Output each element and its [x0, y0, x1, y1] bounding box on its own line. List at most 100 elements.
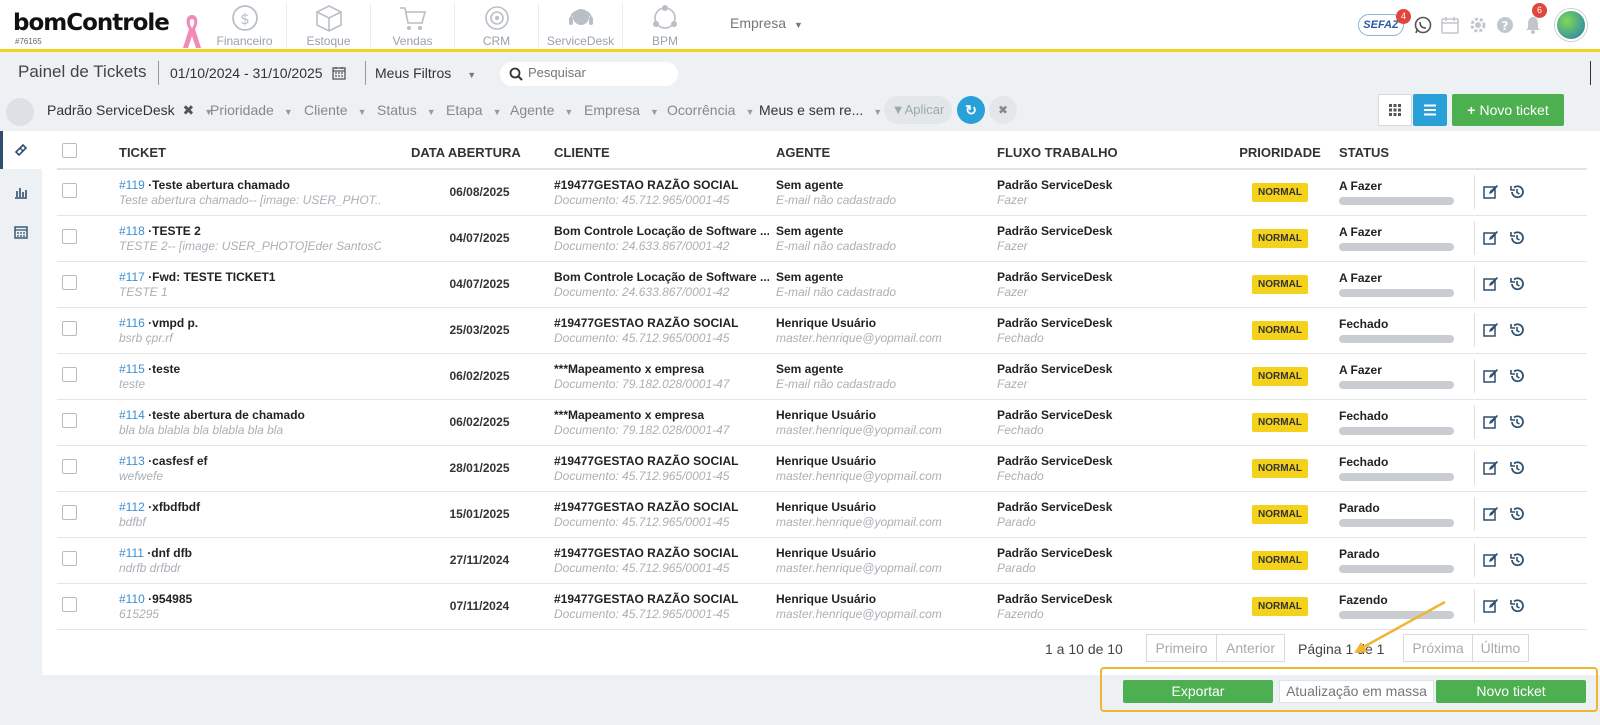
- history-icon[interactable]: [1509, 368, 1525, 384]
- ticket-number[interactable]: #114: [119, 408, 145, 422]
- ticket-cell[interactable]: #112 ·xfbdfbdf bdfbf: [113, 491, 405, 538]
- ticket-number[interactable]: #117: [119, 270, 145, 284]
- ticket-number[interactable]: #116: [119, 316, 145, 330]
- module-financeiro[interactable]: $ Financeiro: [203, 3, 287, 48]
- edit-icon[interactable]: [1483, 598, 1499, 614]
- table-row[interactable]: #116 ·vmpd p. bsrb çpr.rf 25/03/2025 #19…: [57, 307, 1587, 354]
- header-date[interactable]: DATA ABERTURA: [405, 136, 548, 170]
- bulk-update-button[interactable]: Atualização em massa: [1279, 680, 1434, 703]
- history-icon[interactable]: [1509, 184, 1525, 200]
- ticket-cell[interactable]: #118 ·TESTE 2 TESTE 2-- [image: USER_PHO…: [113, 215, 405, 262]
- clear-icon[interactable]: ✖: [183, 102, 195, 118]
- module-servicedesk[interactable]: ServiceDesk: [539, 3, 623, 48]
- ticket-number[interactable]: #113: [119, 454, 145, 468]
- header-agent[interactable]: AGENTE: [770, 136, 991, 170]
- bar-chart-icon[interactable]: [14, 185, 28, 199]
- table-row[interactable]: #112 ·xfbdfbdf bdfbf 15/01/2025 #19477GE…: [57, 491, 1587, 538]
- module-crm[interactable]: CRM: [455, 3, 539, 48]
- clear-filters-button[interactable]: ✖: [989, 96, 1017, 124]
- ticket-title[interactable]: #115 ·teste: [119, 362, 381, 376]
- last-page-button[interactable]: Último: [1473, 634, 1529, 662]
- edit-icon[interactable]: [1483, 506, 1499, 522]
- edit-icon[interactable]: [1483, 276, 1499, 292]
- edit-icon[interactable]: [1483, 322, 1499, 338]
- date-range-picker[interactable]: 01/10/2024 - 31/10/2025: [170, 65, 347, 81]
- sidebar-toggle-button[interactable]: [6, 98, 34, 126]
- filter-status[interactable]: Status ▼: [377, 102, 436, 118]
- ticket-title[interactable]: #111 ·dnf dfb: [119, 546, 381, 560]
- user-avatar[interactable]: [1555, 9, 1587, 41]
- table-row[interactable]: #111 ·dnf dfb ndrfb drfbdr 27/11/2024 #1…: [57, 537, 1587, 584]
- ticket-title[interactable]: #117 ·Fwd: TESTE TICKET1: [119, 270, 381, 284]
- help-icon[interactable]: ?: [1495, 15, 1515, 35]
- apply-filter-button[interactable]: ▼Aplicar: [884, 96, 952, 124]
- edit-icon[interactable]: [1483, 460, 1499, 476]
- app-logo[interactable]: bomControle: [13, 10, 170, 36]
- row-checkbox[interactable]: [62, 367, 77, 382]
- search-box[interactable]: [500, 62, 678, 86]
- select-all-checkbox[interactable]: [62, 143, 77, 158]
- edit-icon[interactable]: [1483, 230, 1499, 246]
- module-estoque[interactable]: Estoque: [287, 3, 371, 48]
- gear-icon[interactable]: [1468, 15, 1488, 35]
- header-status[interactable]: STATUS: [1333, 136, 1468, 170]
- search-input[interactable]: [528, 65, 668, 80]
- ticket-title[interactable]: #116 ·vmpd p.: [119, 316, 381, 330]
- header-ticket[interactable]: TICKET: [113, 136, 405, 170]
- grid-view-button[interactable]: [1378, 94, 1412, 126]
- refresh-button[interactable]: ↻: [957, 96, 985, 124]
- previous-page-button[interactable]: Anterior: [1217, 634, 1285, 662]
- header-priority[interactable]: PRIORIDADE: [1227, 136, 1333, 170]
- row-checkbox[interactable]: [62, 597, 77, 612]
- row-checkbox[interactable]: [62, 183, 77, 199]
- filter-cliente[interactable]: Cliente ▼: [304, 102, 367, 118]
- history-icon[interactable]: [1509, 506, 1525, 522]
- module-vendas[interactable]: Vendas: [371, 3, 455, 48]
- edit-icon[interactable]: [1483, 552, 1499, 568]
- new-ticket-button[interactable]: + Novo ticket: [1452, 94, 1564, 126]
- ticket-number[interactable]: #115: [119, 362, 145, 376]
- history-icon[interactable]: [1509, 322, 1525, 338]
- calendar-icon[interactable]: [14, 225, 28, 239]
- history-icon[interactable]: [1509, 230, 1525, 246]
- filter-etapa[interactable]: Etapa ▼: [446, 102, 502, 118]
- ticket-title[interactable]: #119 ·Teste abertura chamado: [119, 178, 381, 192]
- ticket-cell[interactable]: #117 ·Fwd: TESTE TICKET1 TESTE 1: [113, 261, 405, 308]
- row-checkbox[interactable]: [62, 459, 77, 474]
- table-row[interactable]: #114 ·teste abertura de chamado bla bla …: [57, 399, 1587, 446]
- edit-icon[interactable]: [1483, 414, 1499, 430]
- history-icon[interactable]: [1509, 552, 1525, 568]
- new-ticket-footer-button[interactable]: Novo ticket: [1436, 680, 1586, 703]
- history-icon[interactable]: [1509, 598, 1525, 614]
- ticket-cell[interactable]: #119 ·Teste abertura chamado Teste abert…: [113, 169, 405, 216]
- history-icon[interactable]: [1509, 276, 1525, 292]
- history-icon[interactable]: [1509, 414, 1525, 430]
- ticket-title[interactable]: #113 ·casfesf ef: [119, 454, 381, 468]
- ticket-number[interactable]: #110: [119, 592, 145, 606]
- ticket-cell[interactable]: #113 ·casfesf ef wefwefe: [113, 445, 405, 492]
- list-view-button[interactable]: [1413, 94, 1447, 126]
- table-row[interactable]: #113 ·casfesf ef wefwefe 28/01/2025 #194…: [57, 445, 1587, 492]
- bell-icon[interactable]: [1523, 15, 1543, 35]
- ticket-title[interactable]: #110 ·954985: [119, 592, 381, 606]
- ticket-number[interactable]: #119: [119, 178, 145, 192]
- ticket-title[interactable]: #112 ·xfbdfbdf: [119, 500, 381, 514]
- row-checkbox[interactable]: [62, 321, 77, 336]
- ticket-cell[interactable]: #115 ·teste teste: [113, 353, 405, 400]
- filter-empresa[interactable]: Empresa ▼: [584, 102, 659, 118]
- row-checkbox[interactable]: [62, 551, 77, 566]
- edit-icon[interactable]: [1483, 184, 1499, 200]
- filter-ocorrencia[interactable]: Ocorrência ▼: [667, 102, 754, 118]
- calendar-icon[interactable]: [1440, 15, 1460, 35]
- table-row[interactable]: #115 ·teste teste 06/02/2025 ***Mapeamen…: [57, 353, 1587, 400]
- filter-workflow[interactable]: Padrão ServiceDesk ✖ ▼: [47, 102, 213, 119]
- table-row[interactable]: #117 ·Fwd: TESTE TICKET1 TESTE 1 04/07/2…: [57, 261, 1587, 308]
- filter-scope[interactable]: Meus e sem re... ▼: [759, 102, 882, 118]
- company-dropdown[interactable]: Empresa ▼: [730, 15, 803, 31]
- whatsapp-icon[interactable]: [1413, 15, 1433, 35]
- filter-prioridade[interactable]: Prioridade ▼: [210, 102, 293, 118]
- saved-filters-dropdown[interactable]: Meus Filtros ▼: [375, 65, 476, 81]
- ticket-number[interactable]: #111: [119, 546, 144, 560]
- table-row[interactable]: #119 ·Teste abertura chamado Teste abert…: [57, 169, 1587, 216]
- row-checkbox[interactable]: [62, 229, 77, 244]
